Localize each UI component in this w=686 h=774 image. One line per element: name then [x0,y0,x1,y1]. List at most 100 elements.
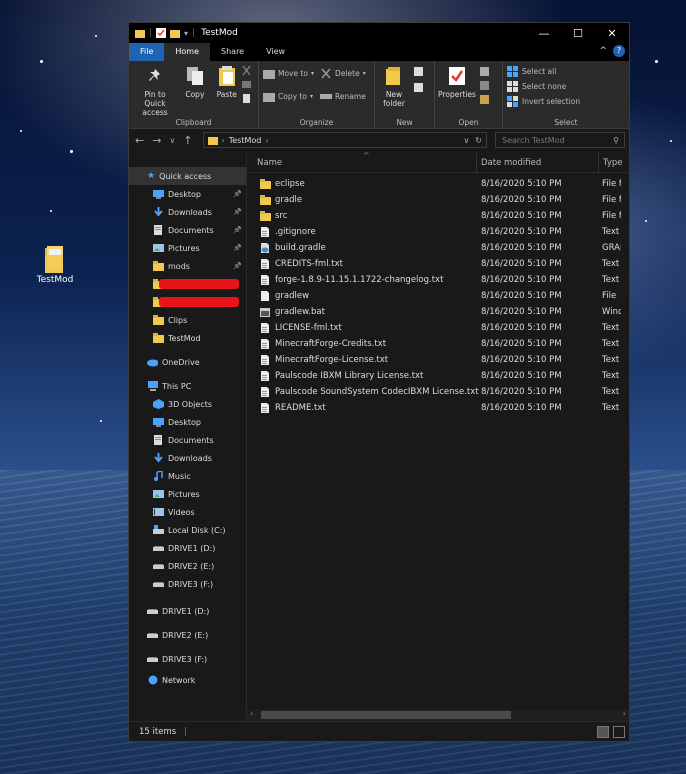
paste-button[interactable]: Paste [213,64,241,99]
pin-icon[interactable]: 📌 [233,226,242,234]
close-button[interactable]: ✕ [595,27,629,40]
pin-icon[interactable]: 📌 [233,190,242,198]
nav-drive-item[interactable]: DRIVE2 (E:) [129,623,246,647]
nav-pc-item[interactable]: DRIVE2 (E:) [129,557,246,575]
nav-quick-item[interactable]: Documents 📌 [129,221,246,239]
select-none-button[interactable]: Select none [507,79,625,94]
copy-path-icon[interactable] [241,79,252,90]
pin-icon[interactable]: 📌 [233,262,242,270]
cut-icon[interactable] [241,65,252,76]
nav-pc-item[interactable]: DRIVE1 (D:) [129,539,246,557]
history-icon[interactable] [479,94,491,105]
easy-access-icon[interactable] [413,82,425,93]
file-row[interactable]: forge-1.8.9-11.15.1.1722-changelog.txt 8/… [247,272,629,288]
file-row[interactable]: build.gradle 8/16/2020 5:10 PM GRAD [247,240,629,256]
nav-drive-item[interactable]: DRIVE3 (F:) [129,647,246,671]
desktop-folder-testmod[interactable]: TestMod [30,245,80,285]
nav-this-pc[interactable]: This PC [129,377,246,395]
search-input[interactable]: Search TestMod ⚲ [495,132,625,148]
nav-drive-item[interactable]: DRIVE1 (D:) [129,599,246,623]
file-row[interactable]: gradle 8/16/2020 5:10 PM File fo [247,192,629,208]
nav-quick-item[interactable]: Desktop 📌 [129,185,246,203]
file-row[interactable]: Paulscode SoundSystem CodecIBXM License.… [247,384,629,400]
nav-pc-item[interactable]: 3D Objects [129,395,246,413]
nav-pc-item[interactable]: Music [129,467,246,485]
move-to-button[interactable]: Move to ▾ [263,66,314,81]
breadcrumb-testmod[interactable]: TestMod [229,136,262,145]
file-type: File fo [602,211,621,221]
nav-quick-access[interactable]: ★ Quick access [129,167,246,185]
nav-pc-item[interactable]: Videos [129,503,246,521]
column-type[interactable]: Type [599,153,629,173]
help-icon[interactable]: ? [613,45,625,57]
file-row[interactable]: MinecraftForge-License.txt 8/16/2020 5:10… [247,352,629,368]
nav-quick-item[interactable]: Clips [129,311,246,329]
address-dropdown-icon[interactable]: ∨ [463,136,469,145]
column-date-modified[interactable]: Date modified [477,152,599,173]
new-folder-button[interactable]: New folder [379,64,409,108]
properties-icon[interactable] [156,28,167,38]
nav-quick-item[interactable]: TestMod [129,329,246,347]
delete-button[interactable]: Delete ▾ [320,66,366,81]
scroll-left-icon[interactable]: ‹ [250,709,253,718]
large-icons-view-icon[interactable] [613,725,625,738]
new-item-icon[interactable] [413,66,425,77]
tab-share[interactable]: Share [210,43,255,61]
forward-button[interactable]: → [152,134,161,147]
invert-selection-button[interactable]: Invert selection [507,94,625,109]
select-all-button[interactable]: Select all [507,64,625,79]
file-row[interactable]: LICENSE-fml.txt 8/16/2020 5:10 PM Text D [247,320,629,336]
pin-quick-access-button[interactable]: Pin to Quick access [133,64,177,117]
edit-icon[interactable] [479,80,491,91]
nav-pc-item[interactable]: Local Disk (C:) [129,521,246,539]
tab-file[interactable]: File [129,43,165,61]
file-row[interactable]: CREDITS-fml.txt 8/16/2020 5:10 PM Text D [247,256,629,272]
nav-quick-item[interactable]: mods 📌 [129,257,246,275]
nav-quick-item[interactable] [129,293,246,311]
file-row[interactable]: MinecraftForge-Credits.txt 8/16/2020 5:10… [247,336,629,352]
refresh-icon[interactable]: ↻ [475,136,482,145]
copy-to-button[interactable]: Copy to ▾ [263,89,314,104]
pin-icon[interactable]: 📌 [233,208,242,216]
address-bar[interactable]: › TestMod › ∨ ↻ [202,132,487,148]
nav-quick-item[interactable] [129,275,246,293]
open-icon[interactable] [479,66,491,77]
nav-pc-item[interactable]: DRIVE3 (F:) [129,575,246,593]
nav-pc-item[interactable]: Downloads [129,449,246,467]
file-row[interactable]: src 8/16/2020 5:10 PM File fo [247,208,629,224]
rename-button[interactable]: Rename [320,89,366,104]
nav-network[interactable]: Network [129,671,246,689]
nav-pc-item[interactable]: Desktop [129,413,246,431]
nav-quick-item[interactable]: Pictures 📌 [129,239,246,257]
file-row[interactable]: gradlew.bat 8/16/2020 5:10 PM Wind [247,304,629,320]
scroll-thumb[interactable] [261,711,511,719]
nav-pc-item[interactable]: Pictures [129,485,246,503]
file-row[interactable]: README.txt 8/16/2020 5:10 PM Text D [247,400,629,416]
copy-button[interactable]: Copy [182,64,208,99]
new-folder-icon[interactable] [170,29,181,38]
scroll-right-icon[interactable]: › [623,709,626,718]
minimize-button[interactable]: — [527,27,561,40]
tab-home[interactable]: Home [164,43,211,61]
collapse-ribbon-icon[interactable]: ^ [599,46,607,56]
back-button[interactable]: ← [135,134,144,147]
recent-locations-icon[interactable]: ∨ [169,136,175,145]
tab-view[interactable]: View [255,43,296,61]
file-row[interactable]: Paulscode IBXM Library License.txt 8/16/2… [247,368,629,384]
up-button[interactable]: ↑ [183,134,192,147]
column-name[interactable]: Name [247,152,477,173]
details-view-icon[interactable] [597,725,609,738]
customize-toolbar-icon[interactable]: ▾ [184,29,188,38]
nav-pc-item[interactable]: Documents [129,431,246,449]
file-row[interactable]: gradlew 8/16/2020 5:10 PM File [247,288,629,304]
file-row[interactable]: eclipse 8/16/2020 5:10 PM File fo [247,176,629,192]
maximize-button[interactable]: ☐ [561,27,595,40]
title-bar[interactable]: | ▾ | TestMod — ☐ ✕ [129,23,629,43]
paste-shortcut-icon[interactable] [241,93,252,104]
nav-onedrive[interactable]: OneDrive [129,353,246,371]
properties-button[interactable]: Properties [438,64,476,105]
file-row[interactable]: .gitignore 8/16/2020 5:10 PM Text D [247,224,629,240]
horizontal-scrollbar[interactable]: ‹ › [247,709,629,721]
pin-icon[interactable]: 📌 [233,244,242,252]
nav-quick-item[interactable]: Downloads 📌 [129,203,246,221]
